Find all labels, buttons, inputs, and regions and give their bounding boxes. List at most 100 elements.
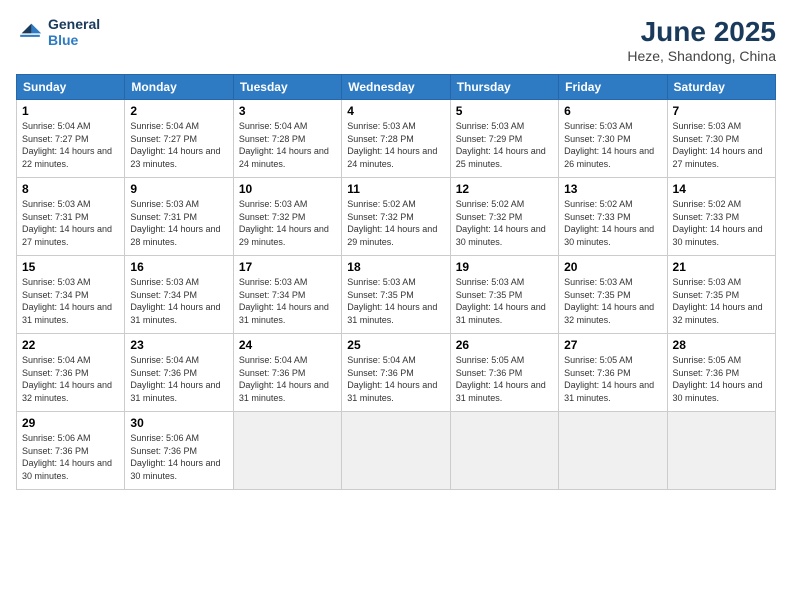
day-number: 22 xyxy=(22,338,119,352)
logo-icon xyxy=(16,18,44,46)
table-row: 17 Sunrise: 5:03 AMSunset: 7:34 PMDayligh… xyxy=(233,256,341,334)
day-info: Sunrise: 5:03 AMSunset: 7:35 PMDaylight:… xyxy=(564,276,661,326)
table-row: 30 Sunrise: 5:06 AMSunset: 7:36 PMDayligh… xyxy=(125,412,233,490)
table-row: 24 Sunrise: 5:04 AMSunset: 7:36 PMDayligh… xyxy=(233,334,341,412)
day-number: 17 xyxy=(239,260,336,274)
table-row: 10 Sunrise: 5:03 AMSunset: 7:32 PMDayligh… xyxy=(233,178,341,256)
day-number: 6 xyxy=(564,104,661,118)
calendar: Sunday Monday Tuesday Wednesday Thursday… xyxy=(16,74,776,490)
day-number: 24 xyxy=(239,338,336,352)
table-row: 2 Sunrise: 5:04 AMSunset: 7:27 PMDaylight… xyxy=(125,100,233,178)
day-info: Sunrise: 5:05 AMSunset: 7:36 PMDaylight:… xyxy=(456,354,553,404)
table-row xyxy=(559,412,667,490)
day-info: Sunrise: 5:06 AMSunset: 7:36 PMDaylight:… xyxy=(130,432,227,482)
day-number: 25 xyxy=(347,338,444,352)
table-row: 3Sunrise: 5:04 AMSunset: 7:28 PMDaylight… xyxy=(233,100,341,178)
header-friday: Friday xyxy=(559,75,667,100)
table-row: 12 Sunrise: 5:02 AMSunset: 7:32 PMDayligh… xyxy=(450,178,558,256)
day-info: Sunrise: 5:02 AMSunset: 7:33 PMDaylight:… xyxy=(673,198,770,248)
day-number: 23 xyxy=(130,338,227,352)
day-number: 27 xyxy=(564,338,661,352)
table-row xyxy=(450,412,558,490)
table-row: 26 Sunrise: 5:05 AMSunset: 7:36 PMDayligh… xyxy=(450,334,558,412)
day-info: Sunrise: 5:02 AMSunset: 7:32 PMDaylight:… xyxy=(347,198,444,248)
table-row: 4 Sunrise: 5:03 AMSunset: 7:28 PMDaylight… xyxy=(342,100,450,178)
day-number: 10 xyxy=(239,182,336,196)
table-row: 16 Sunrise: 5:03 AMSunset: 7:34 PMDayligh… xyxy=(125,256,233,334)
day-info: Sunrise: 5:03 AMSunset: 7:30 PMDaylight:… xyxy=(564,120,661,170)
page: General Blue June 2025 Heze, Shandong, C… xyxy=(0,0,792,612)
location-title: Heze, Shandong, China xyxy=(627,48,776,64)
table-row: 18 Sunrise: 5:03 AMSunset: 7:35 PMDayligh… xyxy=(342,256,450,334)
day-info: Sunrise: 5:03 AMSunset: 7:29 PMDaylight:… xyxy=(456,120,553,170)
table-row: 27 Sunrise: 5:05 AMSunset: 7:36 PMDayligh… xyxy=(559,334,667,412)
day-info: Sunrise: 5:03 AMSunset: 7:34 PMDaylight:… xyxy=(22,276,119,326)
day-info: Sunrise: 5:03 AMSunset: 7:31 PMDaylight:… xyxy=(130,198,227,248)
day-info: Sunrise: 5:04 AMSunset: 7:28 PMDaylight:… xyxy=(239,120,336,170)
day-number: 1 xyxy=(22,104,119,118)
header-tuesday: Tuesday xyxy=(233,75,341,100)
day-info: Sunrise: 5:03 AMSunset: 7:35 PMDaylight:… xyxy=(456,276,553,326)
table-row: 22 Sunrise: 5:04 AMSunset: 7:36 PMDayligh… xyxy=(17,334,125,412)
table-row: 21Sunrise: 5:03 AMSunset: 7:35 PMDayligh… xyxy=(667,256,775,334)
day-number: 20 xyxy=(564,260,661,274)
day-info: Sunrise: 5:05 AMSunset: 7:36 PMDaylight:… xyxy=(564,354,661,404)
day-number: 11 xyxy=(347,182,444,196)
table-row: 6 Sunrise: 5:03 AMSunset: 7:30 PMDaylight… xyxy=(559,100,667,178)
day-info: Sunrise: 5:05 AMSunset: 7:36 PMDaylight:… xyxy=(673,354,770,404)
day-number: 30 xyxy=(130,416,227,430)
day-number: 12 xyxy=(456,182,553,196)
header-sunday: Sunday xyxy=(17,75,125,100)
header-thursday: Thursday xyxy=(450,75,558,100)
day-number: 2 xyxy=(130,104,227,118)
day-info: Sunrise: 5:04 AMSunset: 7:36 PMDaylight:… xyxy=(22,354,119,404)
day-info: Sunrise: 5:04 AMSunset: 7:36 PMDaylight:… xyxy=(130,354,227,404)
table-row: 19 Sunrise: 5:03 AMSunset: 7:35 PMDayligh… xyxy=(450,256,558,334)
day-info: Sunrise: 5:03 AMSunset: 7:35 PMDaylight:… xyxy=(347,276,444,326)
table-row: 9 Sunrise: 5:03 AMSunset: 7:31 PMDaylight… xyxy=(125,178,233,256)
day-number: 5 xyxy=(456,104,553,118)
day-number: 29 xyxy=(22,416,119,430)
day-number: 19 xyxy=(456,260,553,274)
day-number: 4 xyxy=(347,104,444,118)
title-area: June 2025 Heze, Shandong, China xyxy=(627,16,776,64)
day-info: Sunrise: 5:03 AMSunset: 7:28 PMDaylight:… xyxy=(347,120,444,170)
table-row: 8 Sunrise: 5:03 AMSunset: 7:31 PMDaylight… xyxy=(17,178,125,256)
day-number: 7 xyxy=(673,104,770,118)
day-info: Sunrise: 5:03 AMSunset: 7:34 PMDaylight:… xyxy=(239,276,336,326)
table-row xyxy=(233,412,341,490)
header: General Blue June 2025 Heze, Shandong, C… xyxy=(16,16,776,64)
table-row: 14 Sunrise: 5:02 AMSunset: 7:33 PMDayligh… xyxy=(667,178,775,256)
day-info: Sunrise: 5:06 AMSunset: 7:36 PMDaylight:… xyxy=(22,432,119,482)
day-number: 9 xyxy=(130,182,227,196)
day-number: 8 xyxy=(22,182,119,196)
day-number: 28 xyxy=(673,338,770,352)
day-info: Sunrise: 5:02 AMSunset: 7:32 PMDaylight:… xyxy=(456,198,553,248)
header-monday: Monday xyxy=(125,75,233,100)
weekday-header-row: Sunday Monday Tuesday Wednesday Thursday… xyxy=(17,75,776,100)
table-row: 20 Sunrise: 5:03 AMSunset: 7:35 PMDayligh… xyxy=(559,256,667,334)
day-info: Sunrise: 5:03 AMSunset: 7:34 PMDaylight:… xyxy=(130,276,227,326)
day-info: Sunrise: 5:02 AMSunset: 7:33 PMDaylight:… xyxy=(564,198,661,248)
table-row: 1 Sunrise: 5:04 AMSunset: 7:27 PMDaylight… xyxy=(17,100,125,178)
day-info: Sunrise: 5:04 AMSunset: 7:36 PMDaylight:… xyxy=(239,354,336,404)
logo-text: General Blue xyxy=(48,16,100,48)
logo: General Blue xyxy=(16,16,100,48)
day-info: Sunrise: 5:03 AMSunset: 7:32 PMDaylight:… xyxy=(239,198,336,248)
day-number: 14 xyxy=(673,182,770,196)
table-row: 15Sunrise: 5:03 AMSunset: 7:34 PMDayligh… xyxy=(17,256,125,334)
table-row: 23 Sunrise: 5:04 AMSunset: 7:36 PMDayligh… xyxy=(125,334,233,412)
day-number: 18 xyxy=(347,260,444,274)
table-row: 7Sunrise: 5:03 AMSunset: 7:30 PMDaylight… xyxy=(667,100,775,178)
day-info: Sunrise: 5:04 AMSunset: 7:36 PMDaylight:… xyxy=(347,354,444,404)
table-row xyxy=(342,412,450,490)
table-row: 28 Sunrise: 5:05 AMSunset: 7:36 PMDayligh… xyxy=(667,334,775,412)
day-number: 26 xyxy=(456,338,553,352)
day-info: Sunrise: 5:04 AMSunset: 7:27 PMDaylight:… xyxy=(22,120,119,170)
day-info: Sunrise: 5:03 AMSunset: 7:31 PMDaylight:… xyxy=(22,198,119,248)
day-info: Sunrise: 5:04 AMSunset: 7:27 PMDaylight:… xyxy=(130,120,227,170)
day-number: 21 xyxy=(673,260,770,274)
table-row: 25 Sunrise: 5:04 AMSunset: 7:36 PMDayligh… xyxy=(342,334,450,412)
table-row xyxy=(667,412,775,490)
day-number: 16 xyxy=(130,260,227,274)
